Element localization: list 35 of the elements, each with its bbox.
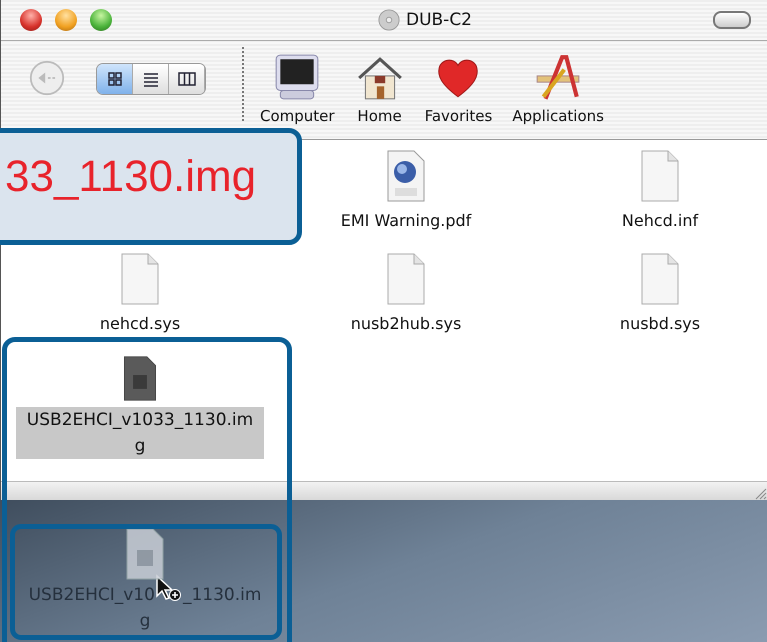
file-name[interactable]: EMI Warning.pdf xyxy=(340,208,472,234)
document-icon[interactable] xyxy=(120,253,160,305)
columns-icon xyxy=(178,71,196,87)
dragged-file-name: _1130.im xyxy=(182,584,262,607)
document-icon[interactable] xyxy=(640,253,680,305)
dragged-file-name: USB2EHCI_v10 xyxy=(28,584,155,607)
file-name[interactable]: Nehcd.inf xyxy=(620,208,700,234)
file-name[interactable]: nehcd.sys xyxy=(98,311,182,337)
minimize-button[interactable] xyxy=(55,9,77,31)
grid-icon xyxy=(106,71,122,87)
resize-grip-icon[interactable] xyxy=(753,486,767,500)
icon-view-button[interactable] xyxy=(97,64,133,94)
list-icon xyxy=(142,71,158,87)
document-icon[interactable] xyxy=(386,253,426,305)
pdf-file-icon[interactable] xyxy=(386,150,426,202)
list-view-button[interactable] xyxy=(133,64,169,94)
file-name[interactable]: nusb2hub.sys xyxy=(350,311,462,337)
close-button[interactable] xyxy=(20,9,42,31)
copy-cursor-icon xyxy=(154,574,181,602)
document-icon[interactable] xyxy=(640,150,680,202)
disc-icon xyxy=(378,9,400,31)
favorites-toolbar-item[interactable]: Favorites xyxy=(424,53,492,125)
dragged-file-name: g xyxy=(140,610,150,633)
home-toolbar-item[interactable]: Home xyxy=(354,53,405,125)
zoom-button[interactable] xyxy=(90,9,112,31)
view-mode-control[interactable] xyxy=(96,63,206,95)
dragged-file-icon xyxy=(125,528,165,580)
toolbar-toggle-button[interactable] xyxy=(713,11,751,29)
column-view-button[interactable] xyxy=(169,64,205,94)
file-name[interactable]: nusbd.sys xyxy=(618,311,702,337)
computer-toolbar-item[interactable]: Computer xyxy=(260,53,335,125)
window-title: DUB-C2 xyxy=(406,10,472,30)
applications-toolbar-item[interactable]: Applications xyxy=(512,53,604,125)
callout-text: 33_1130.img xyxy=(5,152,256,202)
file-name[interactable]: USB2EHCI_v1033_1130.img xyxy=(16,407,264,459)
